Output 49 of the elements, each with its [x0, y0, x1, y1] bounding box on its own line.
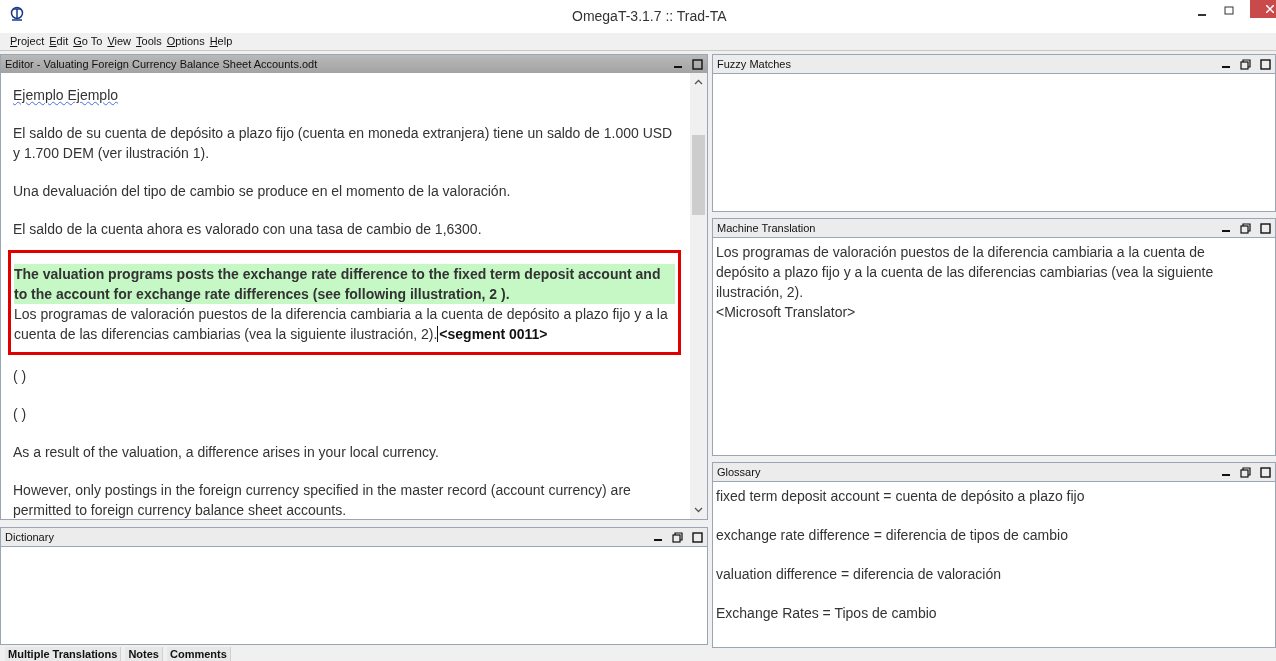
menu-item[interactable]: Project: [10, 33, 45, 50]
scroll-thumb[interactable]: [692, 135, 705, 215]
glossary-entry: valuation difference = diferencia de valoración: [716, 565, 1002, 584]
glossary-entry: Exchange Rates = Tipos de cambio: [716, 604, 938, 623]
segment-text: Ejemplo Ejemplo: [13, 86, 120, 105]
maximize-icon[interactable]: [1260, 222, 1271, 234]
segment-text: Una devaluación del tipo de cambio se produce en el momento de la valoración.: [13, 182, 512, 201]
maximize-icon[interactable]: [1260, 466, 1271, 478]
maximize-icon[interactable]: [692, 58, 703, 70]
maximize-icon[interactable]: [692, 531, 703, 543]
segment-text: As a result of the valuation, a difference arises in your local currency.: [13, 443, 440, 462]
scroll-down-icon[interactable]: [694, 507, 703, 513]
bottom-tab[interactable]: Multiple Translations: [5, 647, 122, 661]
source-text: The valuation programs posts the exchange rate difference to the fixed term deposit account and to the account for exchange rate differences (see following illustration, 2 ).: [14, 264, 675, 304]
segment-text: El saldo de la cuenta ahora es valorado con una tasa de cambio de 1,6300.: [13, 220, 483, 239]
scroll-up-icon[interactable]: [694, 79, 703, 85]
pane-title: Dictionary: [5, 529, 54, 545]
maximize-icon[interactable]: [1224, 6, 1234, 16]
target-text: Los programas de valoración puestos de la diferencia cambiaria a la cuenta de depósito a plazo fijo y a la cuenta de las diferencias cambiarias (vea la siguiente ilustración, 2).<segment 0011>: [14, 305, 669, 344]
menu-item[interactable]: Go To: [73, 33, 103, 50]
glossary-entry: exchange rate difference = diferencia de tipos de cambio: [716, 526, 1069, 545]
bottom-tab[interactable]: Notes: [125, 647, 163, 661]
menu-item[interactable]: Options: [166, 33, 205, 50]
pane-title: Glossary: [717, 464, 761, 480]
bottom-tab[interactable]: Comments: [166, 647, 231, 661]
menu-item[interactable]: View: [107, 33, 132, 50]
pane-title: Editor - Valuating Foreign Currency Balance Sheet Accounts.odt: [5, 56, 318, 72]
translation-text: <Microsoft Translator>: [716, 303, 857, 322]
app-icon: [9, 5, 25, 22]
maximize-icon[interactable]: [1260, 58, 1271, 70]
menu-item[interactable]: Tools: [136, 33, 162, 50]
pane-title: Fuzzy Matches: [717, 56, 791, 72]
close-icon[interactable]: [1266, 5, 1274, 13]
segment-text: However, only postings in the foreign currency specified in the master record (account currency) are permitted to foreign currency balance sheet accounts.: [13, 481, 632, 519]
restore-icon[interactable]: [1240, 466, 1251, 478]
pane-title: Machine Translation: [717, 220, 816, 236]
window-title: OmegaT-3.1.7 :: Trad-TA: [572, 7, 727, 26]
scrollbar[interactable]: [690, 73, 707, 519]
segment-text: ( ): [13, 367, 28, 386]
restore-icon[interactable]: [1240, 222, 1251, 234]
translation-text: Los programas de valoración puestos de la diferencia cambiaria a la cuenta de depósito a plazo fijo y a la cuenta de las diferencias cambiarias (vea la siguiente ilustración, 2).: [716, 243, 1215, 302]
glossary-entry: fixed term deposit account = cuenta de depósito a plazo fijo: [716, 487, 1086, 506]
restore-icon[interactable]: [1240, 58, 1251, 70]
menu-item[interactable]: Help: [209, 33, 233, 50]
segment-text: El saldo de su cuenta de depósito a plazo fijo (cuenta en moneda extranjera) tiene un saldo de 1.000 USD y 1.700 DEM (ver ilustración 1).: [13, 124, 674, 163]
segment-text: ( ): [13, 405, 28, 424]
restore-icon[interactable]: [672, 531, 683, 543]
menu-item[interactable]: Edit: [49, 33, 69, 50]
close-button[interactable]: [1250, 0, 1276, 18]
